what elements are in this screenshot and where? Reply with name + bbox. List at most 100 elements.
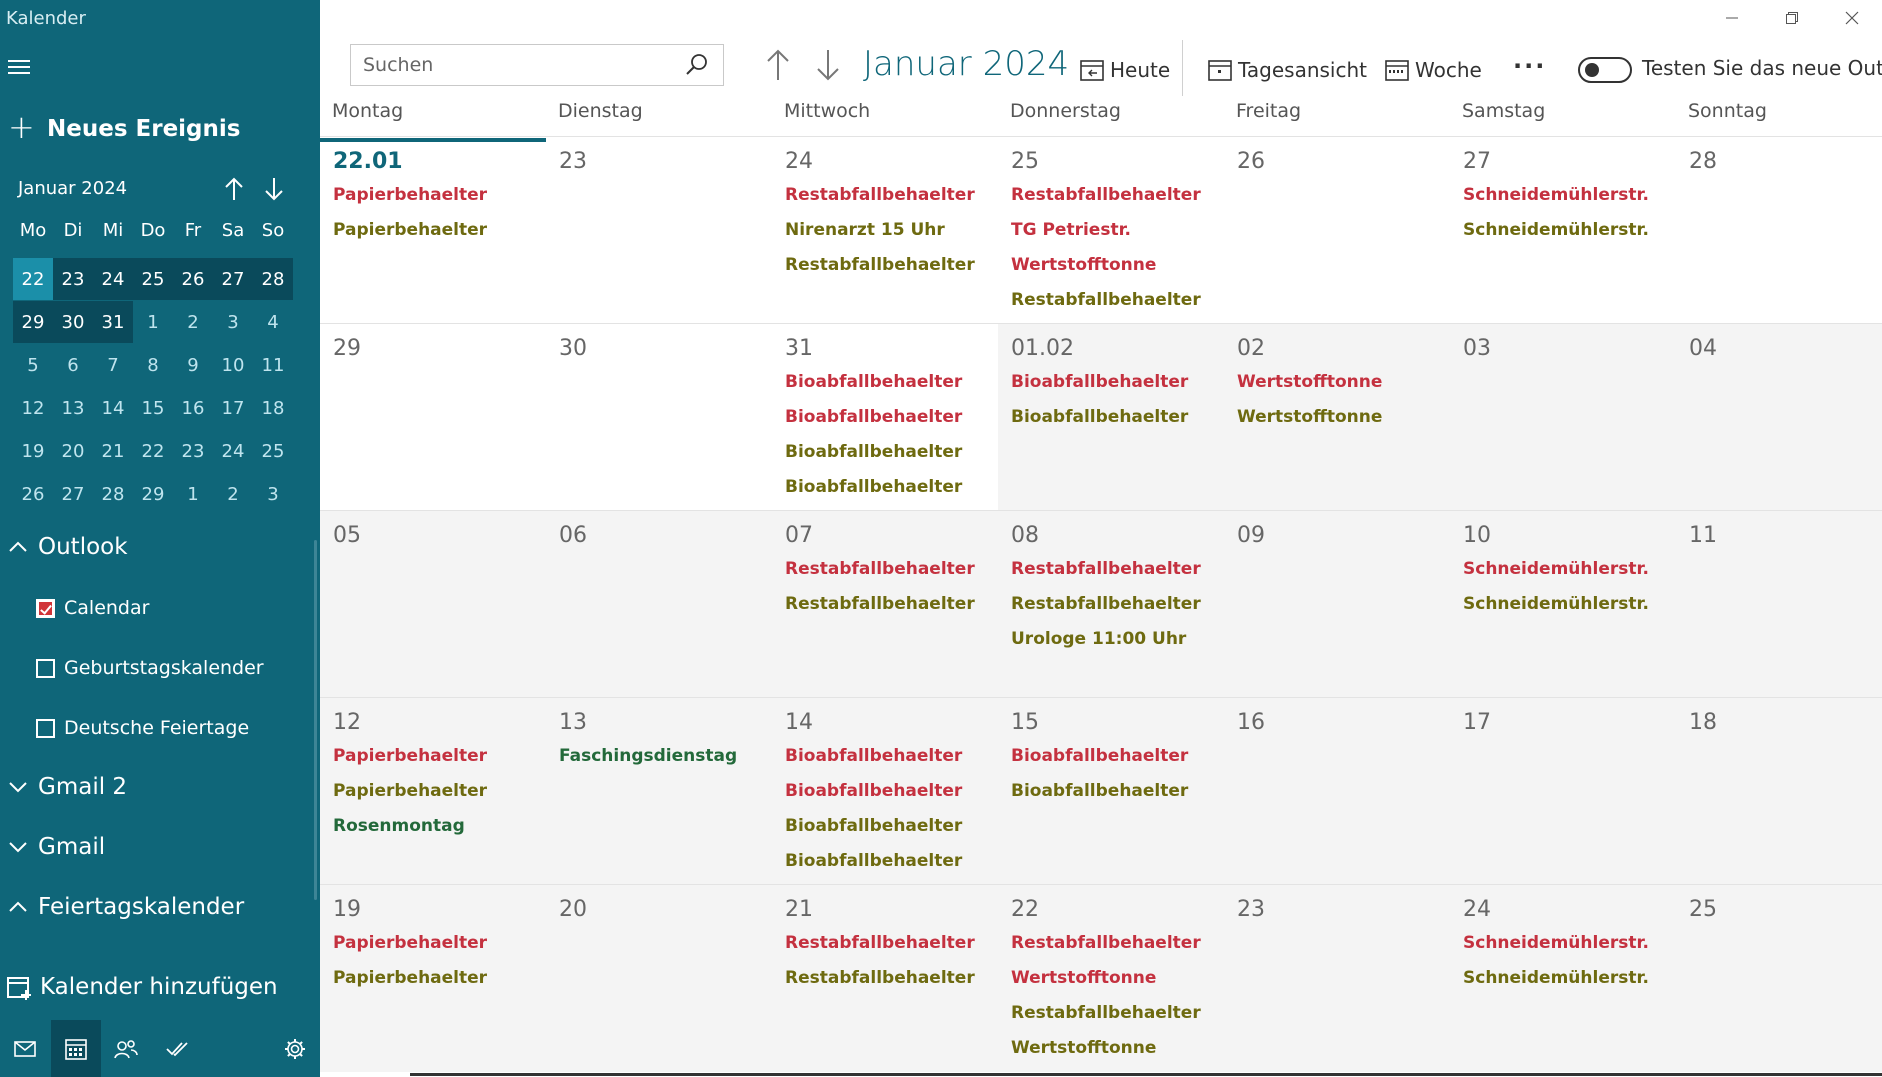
mini-calendar-day[interactable]: 27: [53, 473, 93, 515]
day-cell[interactable]: 26: [1224, 137, 1450, 324]
day-cell[interactable]: 18: [1676, 698, 1882, 885]
calendar-event[interactable]: Restabfallbehaelter: [1011, 592, 1201, 627]
mini-calendar-day[interactable]: 18: [253, 387, 293, 429]
calendar-event[interactable]: Bioabfallbehaelter: [785, 814, 962, 849]
calendar-event[interactable]: Papierbehaelter: [333, 744, 487, 779]
mini-calendar-day[interactable]: 20: [53, 430, 93, 472]
calendar-toggle-calendar[interactable]: Calendar: [36, 593, 149, 623]
add-calendar-button[interactable]: Kalender hinzufügen: [6, 970, 278, 1004]
day-cell[interactable]: 28: [1676, 137, 1882, 324]
day-cell[interactable]: 23: [546, 137, 772, 324]
mini-calendar-day[interactable]: 22: [13, 258, 53, 300]
mini-calendar-day[interactable]: 15: [133, 387, 173, 429]
day-cell[interactable]: 24 Restabfallbehaelter Nirenarzt 15 Uhr Res…: [772, 137, 998, 324]
minimize-button[interactable]: [1702, 0, 1762, 36]
calendar-event[interactable]: Schneidemühlerstr.: [1463, 183, 1649, 218]
mini-calendar-day[interactable]: 3: [253, 473, 293, 515]
day-cell[interactable]: 31 Bioabfallbehaelter Bioabfallbehaelter Bi…: [772, 324, 998, 511]
calendar-event[interactable]: Restabfallbehaelter: [785, 966, 975, 1001]
mini-calendar-day[interactable]: 24: [213, 430, 253, 472]
calendar-event[interactable]: Restabfallbehaelter: [785, 557, 975, 592]
calendar-event[interactable]: Restabfallbehaelter: [785, 253, 975, 288]
calendar-toggle-german-holidays[interactable]: Deutsche Feiertage: [36, 713, 249, 743]
mini-calendar-day[interactable]: 2: [213, 473, 253, 515]
mini-calendar-day[interactable]: 29: [133, 473, 173, 515]
day-cell[interactable]: 02 Wertstofftonne Wertstofftonne: [1224, 324, 1450, 511]
day-cell[interactable]: 21 Restabfallbehaelter Restabfallbehaelter: [772, 885, 998, 1072]
account-holidays[interactable]: Feiertagskalender: [8, 890, 244, 924]
calendar-event[interactable]: Rosenmontag: [333, 814, 487, 849]
day-cell[interactable]: 20: [546, 885, 772, 1072]
new-event-button[interactable]: + Neues Ereignis: [8, 111, 240, 146]
calendar-event[interactable]: Bioabfallbehaelter: [785, 475, 962, 510]
calendar-event[interactable]: Restabfallbehaelter: [1011, 183, 1201, 218]
search-box[interactable]: [350, 44, 724, 86]
mini-calendar-day[interactable]: 31: [93, 301, 133, 343]
day-cell[interactable]: 30: [546, 324, 772, 511]
mini-calendar-day[interactable]: 25: [253, 430, 293, 472]
calendar-event[interactable]: Restabfallbehaelter: [1011, 1001, 1201, 1036]
account-outlook[interactable]: Outlook: [8, 530, 128, 564]
day-cell[interactable]: 12 Papierbehaelter Papierbehaelter Rosenmon…: [320, 698, 546, 885]
account-gmail[interactable]: Gmail: [8, 830, 105, 864]
day-cell[interactable]: 03: [1450, 324, 1676, 511]
mini-calendar-next-arrow-icon[interactable]: [263, 176, 285, 202]
calendar-event[interactable]: Papierbehaelter: [333, 779, 487, 814]
calendar-event[interactable]: Schneidemühlerstr.: [1463, 931, 1649, 966]
calendar-event[interactable]: Bioabfallbehaelter: [1011, 405, 1188, 440]
day-cell[interactable]: 16: [1224, 698, 1450, 885]
calendar-event[interactable]: Wertstofftonne: [1237, 370, 1382, 405]
day-cell[interactable]: 11: [1676, 511, 1882, 698]
day-cell[interactable]: 04: [1676, 324, 1882, 511]
calendar-event[interactable]: Bioabfallbehaelter: [1011, 779, 1188, 814]
calendar-event[interactable]: Wertstofftonne: [1011, 253, 1201, 288]
day-cell[interactable]: 08 Restabfallbehaelter Restabfallbehaelter…: [998, 511, 1224, 698]
hamburger-menu-icon[interactable]: [8, 56, 30, 78]
calendar-event[interactable]: Schneidemühlerstr.: [1463, 557, 1649, 592]
day-cell[interactable]: 07 Restabfallbehaelter Restabfallbehaelter: [772, 511, 998, 698]
calendar-event[interactable]: Wertstofftonne: [1011, 1036, 1201, 1071]
day-cell[interactable]: 25: [1676, 885, 1882, 1072]
week-view-button[interactable]: Woche: [1385, 54, 1482, 86]
mini-calendar-day[interactable]: 11: [253, 344, 293, 386]
new-outlook-toggle[interactable]: [1578, 57, 1632, 83]
mini-calendar-day[interactable]: 30: [53, 301, 93, 343]
calendar-event[interactable]: Wertstofftonne: [1011, 966, 1201, 1001]
sidebar-scrollbar[interactable]: [314, 540, 317, 900]
day-cell[interactable]: 19 Papierbehaelter Papierbehaelter: [320, 885, 546, 1072]
mini-calendar-day[interactable]: 23: [173, 430, 213, 472]
calendar-event[interactable]: Restabfallbehaelter: [1011, 931, 1201, 966]
mini-calendar-day[interactable]: 26: [173, 258, 213, 300]
day-cell[interactable]: 09: [1224, 511, 1450, 698]
mini-calendar-day[interactable]: 5: [13, 344, 53, 386]
account-gmail2[interactable]: Gmail 2: [8, 770, 127, 804]
mini-calendar-day[interactable]: 17: [213, 387, 253, 429]
search-input[interactable]: [363, 54, 683, 76]
calendar-event[interactable]: Urologe 11:00 Uhr: [1011, 627, 1201, 662]
restore-button[interactable]: [1762, 0, 1822, 36]
calendar-event[interactable]: Bioabfallbehaelter: [1011, 370, 1188, 405]
mini-calendar-day[interactable]: 7: [93, 344, 133, 386]
mini-calendar-day[interactable]: 2: [173, 301, 213, 343]
mini-calendar-day[interactable]: 14: [93, 387, 133, 429]
mini-calendar-day[interactable]: 13: [53, 387, 93, 429]
calendar-event[interactable]: Faschingsdienstag: [559, 744, 737, 779]
calendar-event[interactable]: Restabfallbehaelter: [785, 592, 975, 627]
day-cell[interactable]: 01.02 Bioabfallbehaelter Bioabfallbehaelte…: [998, 324, 1224, 511]
calendar-event[interactable]: Wertstofftonne: [1237, 405, 1382, 440]
settings-nav-button[interactable]: [270, 1020, 321, 1077]
calendar-event[interactable]: Bioabfallbehaelter: [1011, 744, 1188, 779]
mini-calendar-day[interactable]: 1: [173, 473, 213, 515]
calendar-event[interactable]: Schneidemühlerstr.: [1463, 592, 1649, 627]
calendar-toggle-birthdays[interactable]: Geburtstagskalender: [36, 653, 264, 683]
day-cell[interactable]: 05: [320, 511, 546, 698]
calendar-event[interactable]: Papierbehaelter: [333, 218, 487, 253]
calendar-event[interactable]: Bioabfallbehaelter: [785, 779, 962, 814]
mail-nav-button[interactable]: [0, 1020, 51, 1077]
todo-nav-button[interactable]: [152, 1020, 203, 1077]
day-cell[interactable]: 13 Faschingsdienstag: [546, 698, 772, 885]
day-cell[interactable]: 23: [1224, 885, 1450, 1072]
mini-calendar-day[interactable]: 29: [13, 301, 53, 343]
day-cell[interactable]: 25 Restabfallbehaelter TG Petriestr. Wertst…: [998, 137, 1224, 324]
mini-calendar-day[interactable]: 23: [53, 258, 93, 300]
